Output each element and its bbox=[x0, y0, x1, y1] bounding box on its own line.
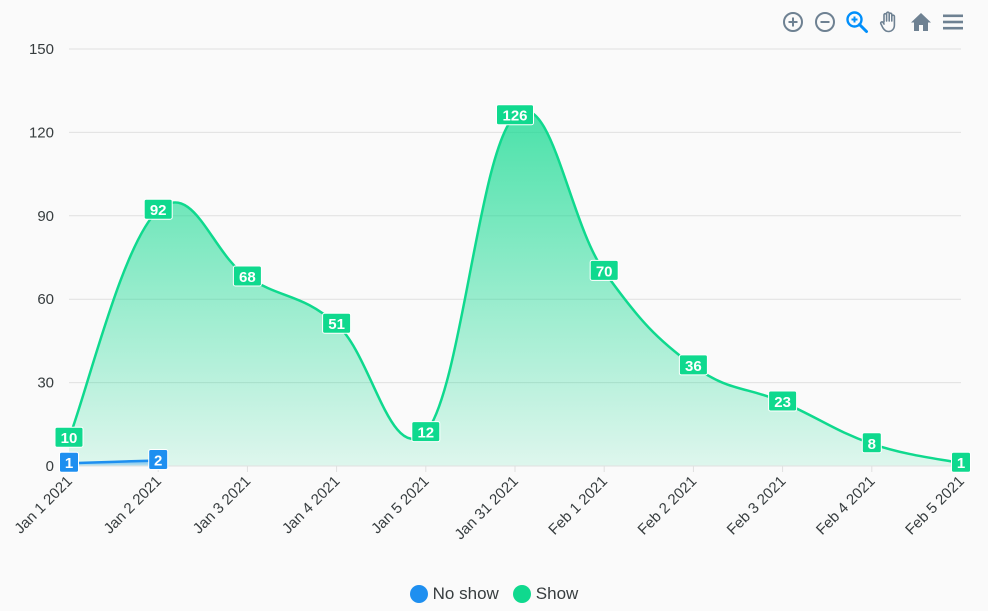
data-label-no-show: 2 bbox=[148, 448, 169, 470]
x-tick-label: Feb 3 2021 bbox=[724, 473, 790, 539]
data-label-text: 23 bbox=[774, 394, 791, 411]
home-reset-icon[interactable] bbox=[908, 9, 934, 35]
x-tick-label: Jan 31 2021 bbox=[451, 473, 521, 543]
area-show bbox=[69, 110, 961, 466]
data-label-show: 8 bbox=[861, 432, 882, 454]
chart-toolbar bbox=[780, 9, 966, 35]
menu-icon[interactable] bbox=[940, 9, 966, 35]
data-label-show: 126 bbox=[496, 104, 534, 126]
series-layer bbox=[67, 109, 962, 466]
data-label-text: 92 bbox=[150, 202, 167, 219]
y-tick-label: 0 bbox=[46, 458, 54, 475]
data-label-show: 12 bbox=[411, 421, 441, 443]
x-tick-label: Jan 3 2021 bbox=[190, 473, 255, 538]
legend-item-no-show[interactable]: No show bbox=[409, 584, 499, 604]
legend-marker-no-show bbox=[409, 585, 428, 603]
data-label-show: 23 bbox=[768, 390, 798, 412]
data-label-show: 70 bbox=[589, 259, 619, 281]
zoom-out-icon[interactable] bbox=[812, 9, 838, 35]
x-tick-label: Feb 1 2021 bbox=[545, 473, 611, 539]
x-tick-label: Feb 5 2021 bbox=[902, 473, 968, 539]
data-label-no-show: 1 bbox=[59, 451, 79, 473]
x-tick-label: Jan 2 2021 bbox=[101, 473, 166, 538]
data-label-show: 10 bbox=[54, 426, 84, 448]
data-label-text: 8 bbox=[868, 436, 876, 453]
data-label-text: 1 bbox=[957, 455, 965, 472]
data-label-text: 1 bbox=[65, 455, 73, 472]
y-tick-label: 90 bbox=[37, 208, 54, 225]
y-axis: 0 30 60 90 120 150 bbox=[29, 41, 54, 475]
selection-zoom-icon[interactable] bbox=[844, 9, 870, 35]
data-label-text: 51 bbox=[328, 316, 345, 333]
x-tick-label: Jan 1 2021 bbox=[11, 473, 76, 538]
data-label-text: 68 bbox=[239, 269, 256, 286]
data-label-show: 51 bbox=[322, 312, 352, 334]
data-label-text: 12 bbox=[417, 425, 434, 442]
y-tick-label: 60 bbox=[37, 291, 54, 308]
pan-hand-icon[interactable] bbox=[876, 9, 902, 35]
data-label-text: 10 bbox=[61, 430, 78, 447]
y-tick-label: 150 bbox=[29, 41, 54, 58]
x-tick-label: Feb 2 2021 bbox=[635, 473, 701, 539]
x-axis: Jan 1 2021 Jan 2 2021 Jan 3 2021 Jan 4 2021… bbox=[11, 465, 968, 543]
data-label-text: 36 bbox=[685, 358, 702, 375]
legend-marker-show bbox=[512, 585, 531, 603]
area-chart: 0 30 60 90 120 150 Jan 1 2021 Jan 2 2021 Jan 3 … bbox=[11, 41, 971, 543]
x-tick-label: Feb 4 2021 bbox=[813, 473, 879, 539]
legend-label-show: Show bbox=[535, 584, 579, 603]
legend-item-show[interactable]: Show bbox=[512, 584, 579, 604]
y-tick-label: 120 bbox=[29, 124, 54, 141]
data-label-text: 70 bbox=[596, 263, 613, 280]
data-label-show: 68 bbox=[232, 265, 262, 287]
data-label-text: 2 bbox=[154, 452, 162, 469]
legend-label-no-show: No show bbox=[432, 584, 499, 603]
data-label-text: 126 bbox=[502, 108, 527, 125]
zoom-in-icon[interactable] bbox=[780, 9, 806, 35]
data-label-show: 1 bbox=[951, 451, 971, 473]
chart-legend: No show Show bbox=[0, 584, 988, 604]
data-label-show: 36 bbox=[678, 354, 708, 376]
data-label-show: 92 bbox=[143, 198, 173, 220]
y-tick-label: 30 bbox=[37, 375, 54, 392]
x-tick-label: Jan 5 2021 bbox=[368, 473, 433, 538]
x-tick-label: Jan 4 2021 bbox=[279, 473, 344, 538]
